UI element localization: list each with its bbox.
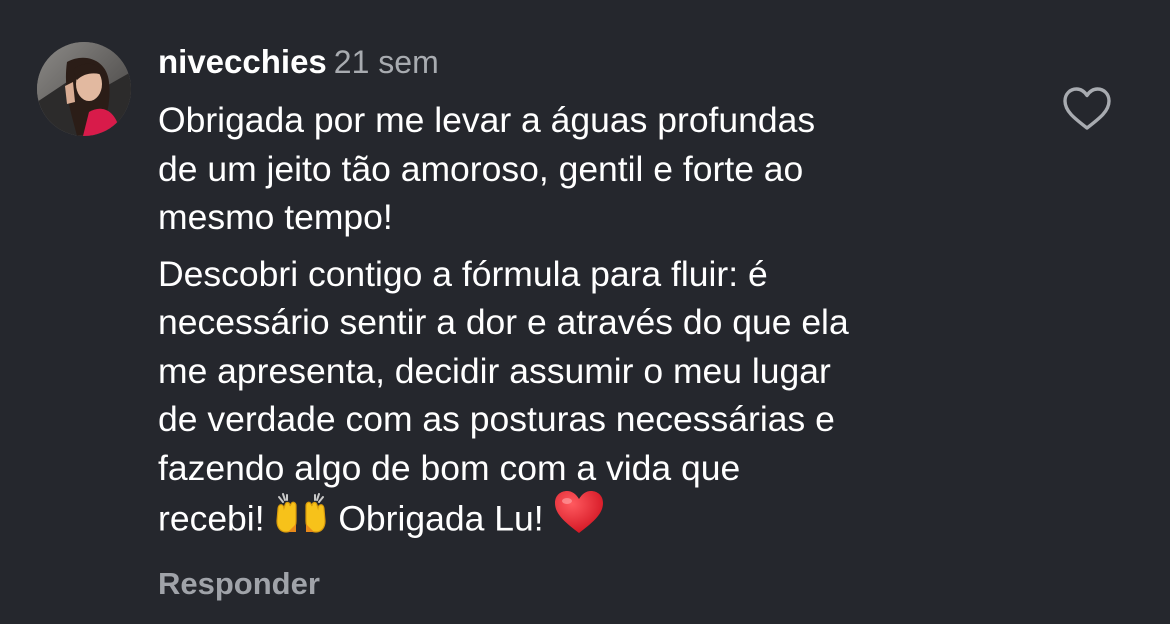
comment-paragraph-1: Obrigada por me levar a águas profundas … <box>158 100 816 237</box>
timestamp: 21 sem <box>333 44 439 80</box>
comment-paragraph-2-end: Obrigada Lu! <box>338 498 544 539</box>
heart-outline-icon <box>1063 87 1111 130</box>
reply-button[interactable]: Responder <box>158 562 320 606</box>
red-heart-emoji <box>553 489 605 548</box>
username[interactable]: nivecchies <box>158 43 327 80</box>
raising-hands-emoji <box>274 491 328 546</box>
comment-paragraph-2-text: Descobri contigo a fórmula para fluir: é… <box>158 253 849 539</box>
like-button[interactable] <box>1059 82 1115 138</box>
comment-text: Obrigada por me levar a águas profundas … <box>158 96 1038 551</box>
comment-header: nivecchies 21 sem <box>158 40 439 91</box>
avatar-photo <box>37 42 131 136</box>
comment: nivecchies 21 sem Obrigada por me levar a… <box>0 0 1170 624</box>
avatar[interactable] <box>37 42 131 136</box>
comment-paragraph-2: Descobri contigo a fórmula para fluir: é… <box>158 250 1038 551</box>
